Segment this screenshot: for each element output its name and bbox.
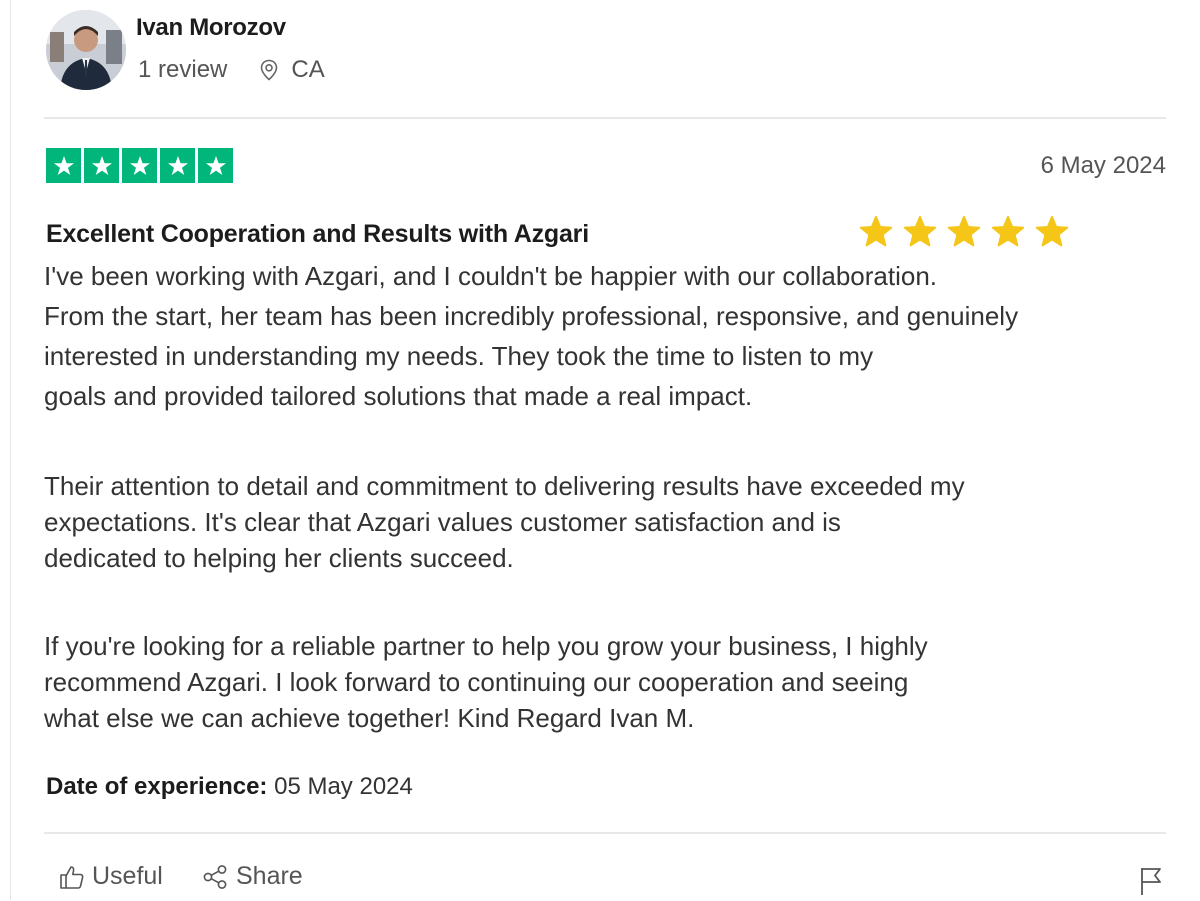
flag-icon [1141,868,1161,895]
review-line: interested in understanding my needs. Th… [44,341,874,371]
review-line: Their attention to detail and commitment… [44,471,965,501]
rating-star-icon [46,148,81,183]
review-line: dedicated to helping her clients succeed… [44,543,514,573]
review-card: Ivan Morozov 1 review CA 6 May 2024 Exce… [10,0,1200,900]
review-line: what else we can achieve together! Kind … [44,703,695,733]
review-body: I've been working with Azgari, and I cou… [44,256,1174,733]
reviewer-meta: 1 review CA [138,55,325,85]
rating-star-icon [122,148,157,183]
rating-star-icon [84,148,119,183]
date-of-experience: Date of experience: 05 May 2024 [46,773,413,801]
star-rating [46,148,233,183]
share-icon [203,864,227,889]
review-title[interactable]: Excellent Cooperation and Results with A… [46,220,589,249]
review-line: I've been working with Azgari, and I cou… [44,261,938,291]
location-pin-icon [257,58,281,82]
review-count: 1 review [138,56,228,83]
review-line: If you're looking for a reliable partner… [44,631,928,661]
share-label: Share [236,862,303,890]
decorative-stars [858,214,1070,250]
gold-star-icon [903,215,937,247]
review-paragraph: Their attention to detail and commitment… [44,468,965,576]
reviewer-name[interactable]: Ivan Morozov [136,14,286,42]
footer-divider [44,832,1166,834]
review-line: expectations. It's clear that Azgari val… [44,507,841,537]
reviewer-location: CA [291,56,325,83]
gold-star-icon [1035,215,1069,247]
thumbs-up-icon [60,865,84,889]
report-flag-button[interactable] [1138,866,1164,901]
rating-star-icon [160,148,195,183]
review-paragraph: If you're looking for a reliable partner… [44,628,928,736]
review-line: goals and provided tailored solutions th… [44,381,753,411]
review-date: 6 May 2024 [1040,152,1166,179]
reviewer-avatar[interactable] [46,10,126,90]
review-line: From the start, her team has been incred… [44,301,1019,331]
review-line: recommend Azgari. I look forward to cont… [44,667,909,697]
rating-star-icon [198,148,233,183]
experience-label: Date of experience: [46,773,268,800]
gold-star-icon [859,215,893,247]
avatar-photo [46,10,126,90]
gold-star-icon [947,215,981,247]
gold-star-icon [991,215,1025,247]
share-button[interactable]: Share [202,862,303,891]
experience-date: 05 May 2024 [274,773,413,800]
useful-button[interactable]: Useful [58,862,163,891]
review-paragraph: I've been working with Azgari, and I cou… [44,256,1174,416]
useful-label: Useful [92,862,163,890]
header-divider [44,117,1166,119]
